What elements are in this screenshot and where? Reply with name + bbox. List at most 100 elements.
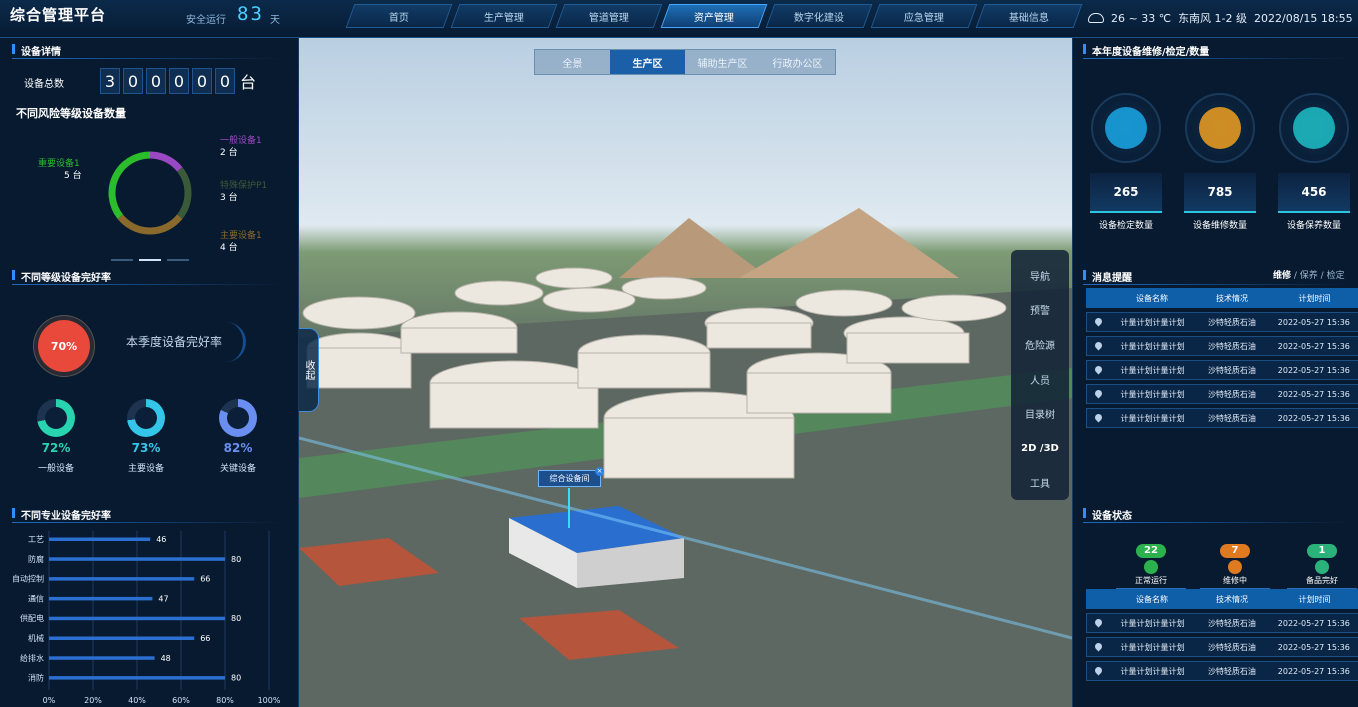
- table-row[interactable]: 计量计划计量计划 沙特轻质石油 2022-05-27 15:36: [1086, 384, 1358, 404]
- tool-item-4[interactable]: 目录树: [1025, 396, 1055, 431]
- nav-item-0[interactable]: 首页: [345, 4, 453, 28]
- tab-repair[interactable]: 维修: [1273, 271, 1291, 281]
- days-unit: 天: [270, 15, 280, 26]
- pager-dot-active[interactable]: [139, 259, 161, 261]
- bar[interactable]: [49, 557, 225, 561]
- zone-tab-1[interactable]: 生产区: [610, 50, 685, 74]
- column-header: 设备名称: [1136, 293, 1168, 303]
- nav-item-label: 数字化建设: [794, 12, 844, 24]
- close-icon[interactable]: ×: [595, 467, 604, 476]
- donut-slice[interactable]: [176, 167, 192, 219]
- rate-value: 82%: [223, 441, 253, 455]
- location-icon-cell: [1087, 412, 1111, 423]
- tab-verify[interactable]: 检定: [1327, 271, 1345, 281]
- table-cell: 沙特轻质石油: [1207, 365, 1256, 375]
- risk-level-title: 不同风险等级设备数量: [16, 107, 126, 120]
- stat-label: 设备检定数量: [1098, 221, 1153, 231]
- pager-dot[interactable]: [167, 259, 189, 261]
- collapse-panel-button[interactable]: 收起: [299, 328, 319, 412]
- table-cell: 2022-05-27 15:36: [1277, 365, 1350, 375]
- divider: [1083, 58, 1351, 59]
- table-cell: 沙特轻质石油: [1207, 618, 1256, 628]
- donut-slice[interactable]: [117, 214, 183, 235]
- section-title-messages: 消息提醒: [1083, 269, 1132, 284]
- bar[interactable]: [49, 656, 155, 660]
- carousel-pager[interactable]: [111, 259, 189, 261]
- zone-tab-2[interactable]: 辅助生产区: [685, 50, 760, 74]
- bar-value-label: 80: [231, 674, 241, 683]
- message-table: 设备名称 技术情况 计划时间 计量计划计量计划 沙特轻质石油 2022-05-27 15:…: [1086, 288, 1358, 428]
- x-tick-label: 0%: [43, 696, 56, 705]
- tool-item-0[interactable]: 导航: [1030, 258, 1050, 293]
- donut-slice[interactable]: [149, 151, 183, 172]
- location-icon-cell: [1087, 316, 1111, 327]
- bar[interactable]: [49, 577, 195, 581]
- tool-item-1[interactable]: 预警: [1030, 293, 1050, 328]
- nav-item-3[interactable]: 资产管理: [660, 4, 768, 28]
- tool-item-5[interactable]: 2D /3D: [1021, 431, 1059, 466]
- table-row[interactable]: 计量计划计量计划 沙特轻质石油 2022-05-27 15:36: [1086, 661, 1358, 681]
- category-label: 机械: [28, 633, 44, 643]
- stat-icon-ring: [1091, 93, 1161, 163]
- building-tag[interactable]: 综合设备间: [538, 470, 601, 487]
- bar[interactable]: [49, 596, 153, 601]
- column-header: 设备名称: [1136, 594, 1168, 604]
- nav-item-5[interactable]: 应急管理: [870, 4, 978, 28]
- bar-value-label: 48: [161, 654, 171, 663]
- table-row[interactable]: 计量计划计量计划 沙特轻质石油 2022-05-27 15:36: [1086, 336, 1358, 356]
- table-header: 设备名称 技术情况 计划时间: [1086, 589, 1358, 609]
- zone-tab-3[interactable]: 行政办公区: [760, 50, 835, 74]
- table-row[interactable]: 计量计划计量计划 沙特轻质石油 2022-05-27 15:36: [1086, 613, 1358, 633]
- tool-item-2[interactable]: 危险源: [1025, 327, 1055, 362]
- rate-value: 73%: [131, 441, 161, 455]
- bar-value-label: 80: [231, 614, 241, 623]
- table-row[interactable]: 计量计划计量计划 沙特轻质石油 2022-05-27 15:36: [1086, 408, 1358, 428]
- status-icon: [1144, 560, 1158, 574]
- stat-icon-ring: [1279, 93, 1349, 163]
- risk-count: 3 台: [220, 193, 238, 203]
- table-row[interactable]: 计量计划计量计划 沙特轻质石油 2022-05-27 15:36: [1086, 312, 1358, 332]
- table-cell: 计量计划计量计划: [1120, 618, 1185, 628]
- bar[interactable]: [49, 676, 225, 680]
- table-cell: 计量计划计量计划: [1120, 413, 1185, 423]
- table-cell: 2022-05-27 15:36: [1277, 413, 1350, 423]
- pager-dot[interactable]: [111, 259, 133, 261]
- tab-maintain[interactable]: 保养: [1300, 271, 1318, 281]
- counter-digit: 0: [146, 68, 166, 94]
- nav-item-4[interactable]: 数字化建设: [765, 4, 873, 28]
- status-icon: [1228, 560, 1242, 574]
- nav-item-label: 基础信息: [1009, 12, 1049, 24]
- scene-viewport[interactable]: 全景 生产区 辅助生产区 行政办公区 收起 导航 预警 危险源 人员 目录树 2D /3D 工具 …: [299, 38, 1072, 707]
- table-row[interactable]: 计量计划计量计划 沙特轻质石油 2022-05-27 15:36: [1086, 637, 1358, 657]
- gauge-hole: [45, 407, 67, 429]
- counter-digit: 0: [123, 68, 143, 94]
- bar[interactable]: [49, 616, 225, 621]
- tool-item-6[interactable]: 工具: [1030, 465, 1050, 500]
- zone-tab-0[interactable]: 全景: [535, 50, 610, 74]
- donut-slice[interactable]: [108, 151, 151, 219]
- section-title-device-detail: 设备详情: [12, 43, 61, 58]
- wrench-icon: [1199, 107, 1241, 149]
- category-label: 消防: [28, 673, 44, 683]
- nav-item-6[interactable]: 基础信息: [975, 4, 1083, 28]
- status-count: 1: [1307, 544, 1337, 558]
- nav-item-2[interactable]: 管道管理: [555, 4, 663, 28]
- total-devices-counter: 300000台: [100, 68, 258, 94]
- table-cell: 计量计划计量计划: [1120, 666, 1185, 676]
- gauge-hole: [135, 407, 157, 429]
- specialty-rate-bar-chart: 0% 20% 40% 60% 80% 100% 工艺 46 防腐 80 自动控制 66 通信 47 供配电 8…: [12, 531, 281, 705]
- weather-bar: 26 ~ 33 ℃ 东南风 1-2 级 2022/08/15 18:55: [1088, 10, 1353, 26]
- device-status-table: 设备名称 技术情况 计划时间 计量计划计量计划 沙特轻质石油 2022-05-27 15:…: [1086, 589, 1358, 681]
- table-row[interactable]: 计量计划计量计划 沙特轻质石油 2022-05-27 15:36: [1086, 360, 1358, 380]
- table-cell: 沙特轻质石油: [1207, 413, 1256, 423]
- table-cell: 计量计划计量计划: [1120, 642, 1185, 652]
- tool-item-3[interactable]: 人员: [1030, 362, 1050, 397]
- category-label: 工艺: [28, 535, 44, 544]
- status-count: 22: [1136, 544, 1166, 558]
- nav-item-1[interactable]: 生产管理: [450, 4, 558, 28]
- bar-value-label: 46: [156, 535, 166, 544]
- table-cell: 计量计划计量计划: [1120, 365, 1185, 375]
- weather-temp: 26 ~ 33 ℃: [1111, 11, 1172, 25]
- bar[interactable]: [49, 537, 151, 542]
- bar[interactable]: [49, 636, 195, 641]
